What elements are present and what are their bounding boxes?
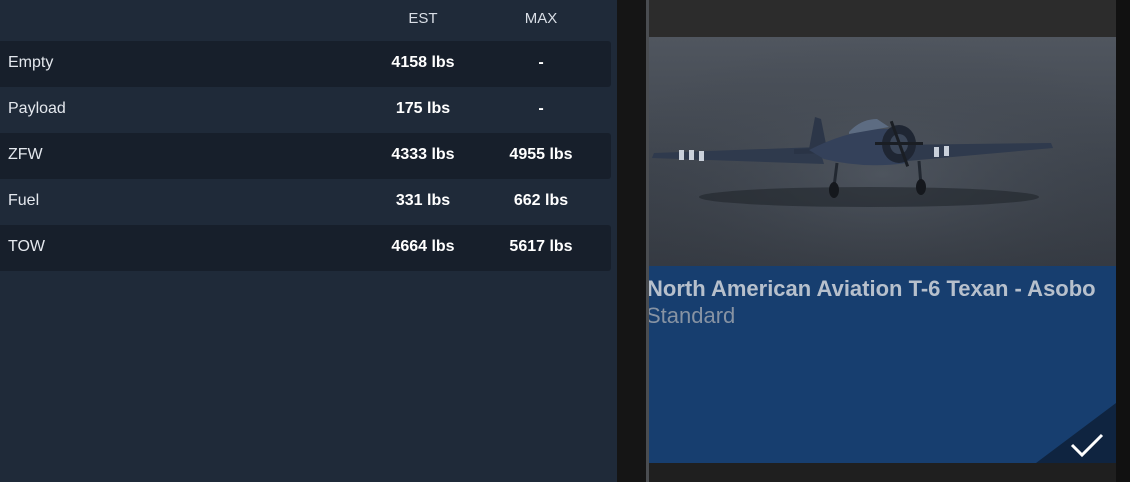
aircraft-thumbnail — [649, 37, 1116, 266]
aircraft-info: North American Aviation T-6 Texan - Asob… — [649, 266, 1116, 463]
checkmark-icon — [1036, 403, 1116, 463]
row-label: Empty — [8, 54, 54, 71]
weight-row-payload: Payload 175 lbs - — [0, 87, 611, 133]
aircraft-title: North American Aviation T-6 Texan - Asob… — [649, 276, 1096, 301]
aircraft-livery: Standard — [649, 303, 736, 328]
max-value: - — [538, 54, 544, 71]
weight-row-tow: TOW 4664 lbs 5617 lbs — [0, 225, 611, 271]
aircraft-card[interactable]: North American Aviation T-6 Texan - Asob… — [649, 37, 1116, 463]
t6-texan-illustration — [649, 37, 1116, 266]
est-column-header: EST — [408, 10, 438, 27]
weight-row-empty: Empty 4158 lbs - — [0, 41, 611, 87]
est-value: 175 lbs — [395, 100, 451, 117]
panel-gap — [617, 0, 646, 482]
max-value: 4955 lbs — [509, 146, 573, 163]
est-value: 4158 lbs — [391, 54, 455, 71]
row-label: TOW — [8, 238, 46, 255]
previous-card-edge — [649, 0, 1116, 37]
row-label: Fuel — [8, 192, 40, 209]
est-value: 4333 lbs — [391, 146, 455, 163]
max-value: 662 lbs — [513, 192, 569, 209]
est-value: 4664 lbs — [391, 238, 455, 255]
row-label: ZFW — [8, 146, 43, 163]
list-edge — [1116, 0, 1130, 482]
row-label: Payload — [8, 100, 66, 117]
weight-row-fuel: Fuel 331 lbs 662 lbs — [0, 179, 611, 225]
max-column-header: MAX — [524, 10, 558, 27]
est-value: 331 lbs — [395, 192, 451, 209]
weight-row-zfw: ZFW 4333 lbs 4955 lbs — [0, 133, 611, 179]
weight-summary-panel: EST MAX Empty 4158 lbs - Payload 175 lbs… — [0, 0, 617, 482]
max-value: - — [538, 100, 544, 117]
max-value: 5617 lbs — [509, 238, 573, 255]
